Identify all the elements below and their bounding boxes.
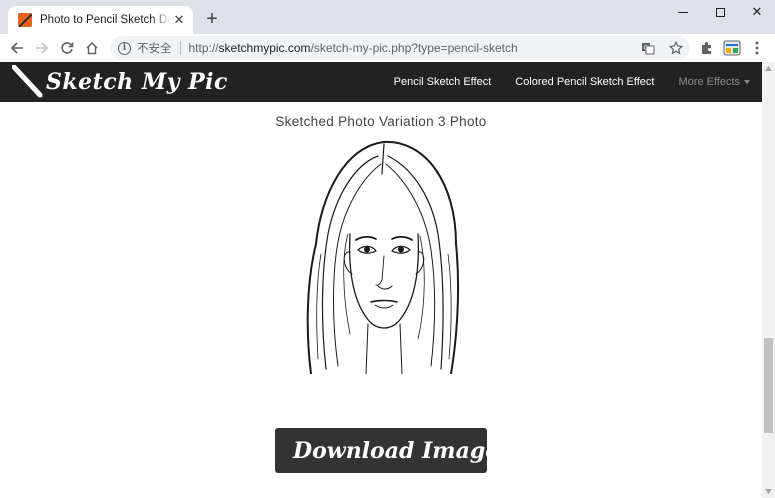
nav-pencil-sketch-effect[interactable]: Pencil Sketch Effect — [394, 76, 492, 88]
tab-close-icon[interactable]: ✕ — [171, 12, 187, 28]
forward-icon — [36, 42, 49, 54]
security-label: 不安全 — [137, 43, 172, 55]
extensions-icon — [702, 42, 711, 54]
home-icon — [86, 41, 98, 55]
nav-more-effects-label: More Effects — [678, 76, 740, 88]
profile-icon — [723, 40, 741, 56]
url-scheme: http:// — [188, 41, 219, 55]
translate-icon: G — [642, 43, 655, 55]
site-nav: Pencil Sketch Effect Colored Pencil Sket… — [394, 62, 762, 102]
address-bar[interactable]: i 不安全 http://sketchmypic.com/sketch-my-p… — [110, 36, 690, 60]
minimize-icon — [678, 11, 688, 13]
extensions-button[interactable] — [696, 37, 718, 59]
arrow-down-icon — [765, 489, 772, 494]
home-button[interactable] — [81, 37, 103, 59]
address-bar-actions: G — [630, 39, 686, 57]
arrow-up-icon — [765, 66, 772, 71]
browser-tab[interactable]: Photo to Pencil Sketch Download ✕ — [8, 6, 193, 34]
web-page: Sketch My Pic Pencil Sketch Effect Color… — [0, 62, 775, 498]
scroll-up-button[interactable] — [762, 62, 775, 75]
site-favicon-icon — [18, 13, 32, 27]
reload-icon — [61, 42, 74, 54]
maximize-icon — [715, 7, 725, 17]
chrome-menu-button[interactable] — [746, 37, 768, 59]
pencil-logo-icon — [12, 65, 43, 98]
bookmark-star-button[interactable] — [666, 39, 686, 57]
tab-strip: Photo to Pencil Sketch Download ✕ + ✕ — [0, 0, 775, 34]
download-image-label: Download Image — [293, 437, 500, 464]
page-title: Sketched Photo Variation 3 Photo — [275, 114, 487, 129]
site-brand-name: Sketch My Pic — [46, 69, 228, 95]
browser-toolbar: i 不安全 http://sketchmypic.com/sketch-my-p… — [0, 34, 775, 62]
profile-button[interactable] — [721, 37, 743, 59]
minimize-button[interactable] — [665, 0, 701, 24]
url-path: /sketch-my-pic.php?type=pencil-sketch — [310, 41, 518, 55]
url-text: http://sketchmypic.com/sketch-my-pic.php… — [189, 41, 518, 55]
page-scrollbar[interactable] — [762, 62, 775, 498]
close-icon: ✕ — [751, 4, 763, 19]
back-icon — [10, 42, 23, 54]
reload-button[interactable] — [56, 37, 78, 59]
forward-button[interactable] — [31, 37, 53, 59]
svg-text:G: G — [644, 45, 649, 52]
url-host: sketchmypic.com — [218, 41, 311, 55]
address-separator — [179, 41, 181, 55]
download-image-button[interactable]: Download Image — [275, 428, 499, 473]
new-tab-button[interactable]: + — [202, 9, 222, 30]
tab-title: Photo to Pencil Sketch Download — [40, 14, 171, 26]
caret-down-icon — [744, 80, 750, 85]
translate-button[interactable]: G — [638, 39, 658, 57]
info-icon[interactable]: i — [118, 41, 131, 55]
scroll-thumb[interactable] — [764, 338, 773, 433]
nav-colored-pencil-sketch-effect[interactable]: Colored Pencil Sketch Effect — [515, 76, 654, 88]
sketched-photo — [266, 134, 496, 374]
scroll-down-button[interactable] — [762, 485, 775, 498]
site-navbar: Sketch My Pic Pencil Sketch Effect Color… — [0, 62, 762, 102]
site-brand[interactable]: Sketch My Pic — [12, 64, 228, 100]
back-button[interactable] — [6, 37, 28, 59]
star-icon — [669, 41, 683, 55]
menu-icon — [755, 41, 759, 55]
window-close-button[interactable]: ✕ — [739, 0, 775, 24]
maximize-button[interactable] — [702, 0, 738, 24]
nav-more-effects-dropdown[interactable]: More Effects — [678, 76, 750, 88]
